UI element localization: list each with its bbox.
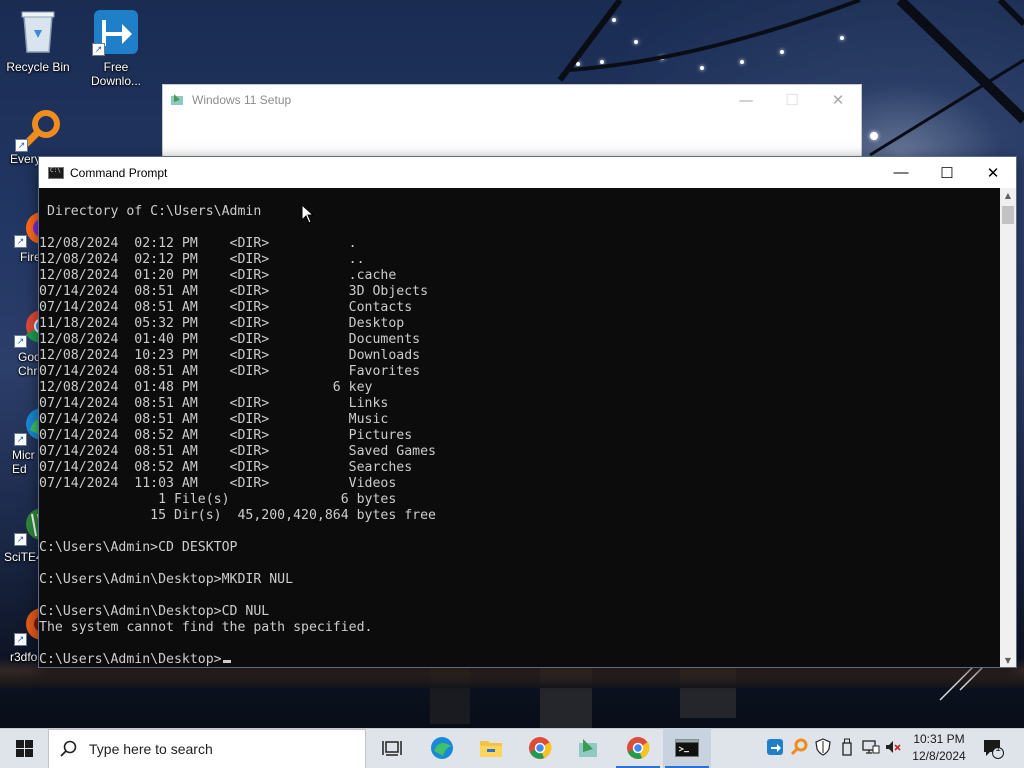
shortcut-arrow-icon: ↗ — [14, 633, 27, 646]
console-line: 07/14/2024 11:03 AM <DIR> Videos — [39, 476, 397, 491]
shortcut-arrow-icon: ↗ — [14, 533, 27, 546]
desktop-icon-google-chrome[interactable]: ↗ Goo Chro — [0, 302, 58, 378]
taskbar-clock[interactable]: 10:31 PM 12/8/2024 — [906, 731, 972, 765]
shortcut-arrow-icon: ↗ — [15, 139, 28, 152]
console-line: The system cannot find the path specifie… — [39, 620, 373, 635]
tray-usb[interactable] — [838, 738, 856, 756]
microsoft-edge-icon — [431, 737, 453, 759]
desktop-icon-recycle-bin[interactable]: Recycle Bin — [0, 8, 76, 74]
everything-search-icon — [790, 738, 808, 756]
console-line: 12/08/2024 01:40 PM <DIR> Documents — [39, 332, 421, 347]
volume-muted-icon — [886, 741, 901, 753]
notification-center-button[interactable]: 1 — [978, 732, 1008, 764]
console-line: 07/14/2024 08:52 AM <DIR> Searches — [39, 460, 413, 475]
console-line: 1 File(s) 6 bytes — [39, 492, 397, 507]
cmd-minimize-button[interactable]: — — [878, 157, 924, 188]
console-line: 07/14/2024 08:51 AM <DIR> Saved Games — [39, 444, 436, 459]
console-line: 07/14/2024 08:52 AM <DIR> Pictures — [39, 428, 413, 443]
windows-setup-title: Windows 11 Setup — [192, 93, 292, 107]
google-chrome-icon — [529, 737, 552, 759]
taskbar-task-view[interactable] — [368, 728, 416, 768]
setup-close-button[interactable]: ✕ — [815, 85, 861, 115]
desktop-icon-label: Recycle Bin — [6, 60, 70, 74]
console-line: 12/08/2024 02:12 PM <DIR> .. — [39, 252, 365, 267]
mouse-pointer-icon — [301, 204, 315, 224]
start-button[interactable] — [0, 729, 48, 768]
shortcut-arrow-icon: ↗ — [14, 335, 27, 348]
console-line: C:\Users\Admin>CD DESKTOP — [39, 540, 238, 555]
setup-maximize-button[interactable]: ☐ — [769, 85, 815, 115]
console-line: 12/08/2024 10:23 PM <DIR> Downloads — [39, 348, 421, 363]
shortcut-arrow-icon: ↗ — [14, 235, 27, 248]
network-icon — [862, 740, 880, 754]
search-placeholder: Type here to search — [89, 740, 213, 757]
desktop-icon-label: Micr Ed — [12, 448, 35, 476]
console-line: 12/08/2024 01:48 PM 6 key — [39, 380, 373, 395]
scroll-down-icon[interactable]: ▼ — [1000, 653, 1016, 667]
setup-minimize-button[interactable]: — — [723, 85, 769, 115]
console-line: 11/18/2024 05:32 PM <DIR> Desktop — [39, 316, 405, 331]
recycle-bin-icon — [21, 11, 55, 53]
desktop-icon-label: Free Downlo... — [90, 60, 142, 88]
clock-date: 12/8/2024 — [912, 749, 966, 763]
command-prompt-titlebar[interactable]: Command Prompt — ☐ ✕ — [39, 157, 1016, 188]
console-line: 07/14/2024 08:51 AM <DIR> Music — [39, 412, 389, 427]
shortcut-arrow-icon: ↗ — [92, 43, 105, 56]
shortcut-arrow-icon: ↗ — [14, 433, 27, 446]
desktop-icon-free-download-manager[interactable]: ↗ Free Downlo... — [78, 8, 154, 88]
clock-time: 10:31 PM — [913, 732, 965, 746]
console-output[interactable]: Directory of C:\Users\Admin 12/08/2024 0… — [39, 188, 1000, 667]
console-prompt-line[interactable]: C:\Users\Admin\Desktop> — [39, 652, 231, 667]
google-chrome-icon — [627, 737, 650, 759]
tray-volume-muted[interactable] — [884, 738, 902, 756]
console-prompt: C:\Users\Admin\Desktop> — [39, 652, 222, 667]
console-line: 07/14/2024 08:51 AM <DIR> 3D Objects — [39, 284, 429, 299]
windows-logo-icon — [15, 740, 33, 757]
cmd-maximize-button[interactable]: ☐ — [924, 157, 970, 188]
command-prompt-window[interactable]: Command Prompt — ☐ ✕ Directory of C:\Use… — [38, 156, 1017, 668]
taskbar-chrome-2[interactable] — [614, 728, 662, 768]
console-line: Directory of C:\Users\Admin — [39, 204, 262, 219]
console-line: 07/14/2024 08:51 AM <DIR> Contacts — [39, 300, 413, 315]
notification-count: 1 — [995, 743, 1001, 754]
console-line: 07/14/2024 08:51 AM <DIR> Favorites — [39, 364, 421, 379]
console-line: 12/08/2024 01:20 PM <DIR> .cache — [39, 268, 397, 283]
console-line: 07/14/2024 08:51 AM <DIR> Links — [39, 396, 389, 411]
desktop-icon-firefox[interactable]: ↗ Fire — [0, 208, 58, 264]
console-line: C:\Users\Admin\Desktop>MKDIR NUL — [39, 572, 294, 587]
console-line: C:\Users\Admin\Desktop>CD NUL — [39, 604, 270, 619]
shield-icon — [815, 738, 831, 756]
cmd-close-button[interactable]: ✕ — [970, 157, 1016, 188]
task-view-icon — [382, 741, 402, 756]
file-explorer-icon — [480, 741, 502, 757]
search-icon — [49, 740, 89, 758]
console-scrollbar[interactable]: ▲ ▼ — [1000, 188, 1016, 667]
usb-drive-icon — [842, 738, 852, 756]
tray-security[interactable] — [814, 738, 832, 756]
windows-setup-icon — [579, 739, 597, 757]
command-prompt-icon — [48, 166, 64, 179]
tray-everything[interactable] — [790, 738, 808, 756]
desktop-icon-label: Goo Chro — [18, 350, 45, 378]
scroll-up-icon[interactable]: ▲ — [1000, 188, 1016, 202]
console-line: 15 Dir(s) 45,200,420,864 bytes free — [39, 508, 436, 523]
taskbar-command-prompt[interactable] — [663, 728, 711, 768]
taskbar-windows-setup[interactable] — [565, 728, 613, 768]
command-prompt-icon — [675, 739, 699, 757]
taskbar-chrome[interactable] — [516, 728, 564, 768]
windows-setup-icon — [171, 94, 185, 106]
text-cursor — [222, 660, 231, 663]
desktop-icon-microsoft-edge[interactable]: ↗ Micr Ed — [0, 402, 58, 476]
taskbar-search-box[interactable]: Type here to search — [48, 728, 366, 768]
tray-network[interactable] — [862, 738, 880, 756]
console-line: 12/08/2024 02:12 PM <DIR> . — [39, 236, 357, 251]
tray-free-download-manager[interactable] — [766, 738, 784, 756]
scrollbar-thumb[interactable] — [1002, 206, 1014, 224]
taskbar-edge[interactable] — [418, 728, 466, 768]
taskbar-file-explorer[interactable] — [467, 728, 515, 768]
command-prompt-title: Command Prompt — [70, 165, 168, 180]
free-download-manager-icon — [767, 739, 783, 755]
